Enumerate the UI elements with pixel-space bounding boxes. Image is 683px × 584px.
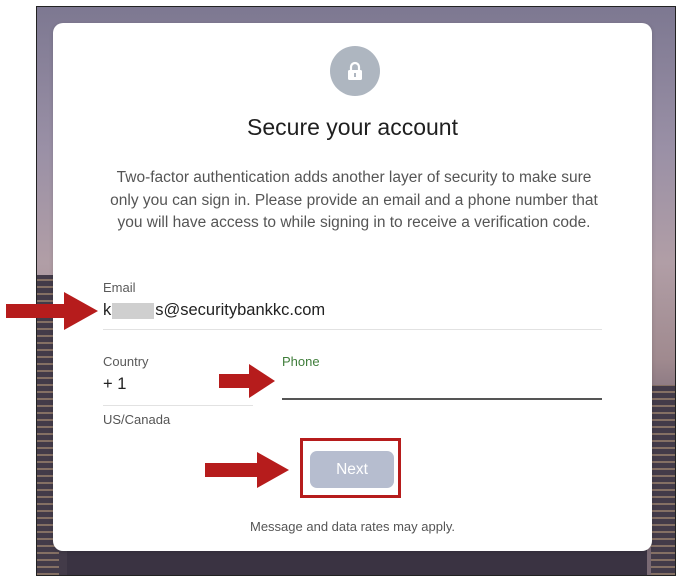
email-value-prefix: k [103, 301, 112, 319]
description-text: Two-factor authentication adds another l… [110, 169, 598, 231]
email-value-suffix: s@securitybankkc.com [155, 301, 326, 319]
rates-footnote: Message and data rates may apply. [250, 519, 455, 534]
secure-account-card: Secure your account Two-factor authentic… [53, 23, 652, 551]
country-code-select[interactable]: + 1 [103, 375, 126, 394]
arrow-right-icon [205, 452, 289, 488]
arrow-right-icon [219, 364, 275, 398]
lock-icon [330, 46, 380, 96]
email-label: Email [103, 280, 136, 295]
country-region-text: US/Canada [103, 412, 171, 427]
country-label: Country [103, 354, 149, 369]
phone-underline [282, 398, 602, 400]
arrow-right-icon [6, 292, 98, 330]
redaction-box [112, 302, 155, 319]
page-title: Secure your account [247, 114, 458, 140]
email-field[interactable]: k s@securitybankkc.com [103, 301, 325, 320]
country-underline [103, 405, 253, 406]
phone-label: Phone [282, 354, 320, 369]
screenshot-frame: Secure your account Two-factor authentic… [36, 6, 676, 576]
phone-input[interactable] [282, 375, 602, 397]
email-underline [103, 329, 602, 330]
next-button[interactable]: Next [310, 451, 394, 488]
